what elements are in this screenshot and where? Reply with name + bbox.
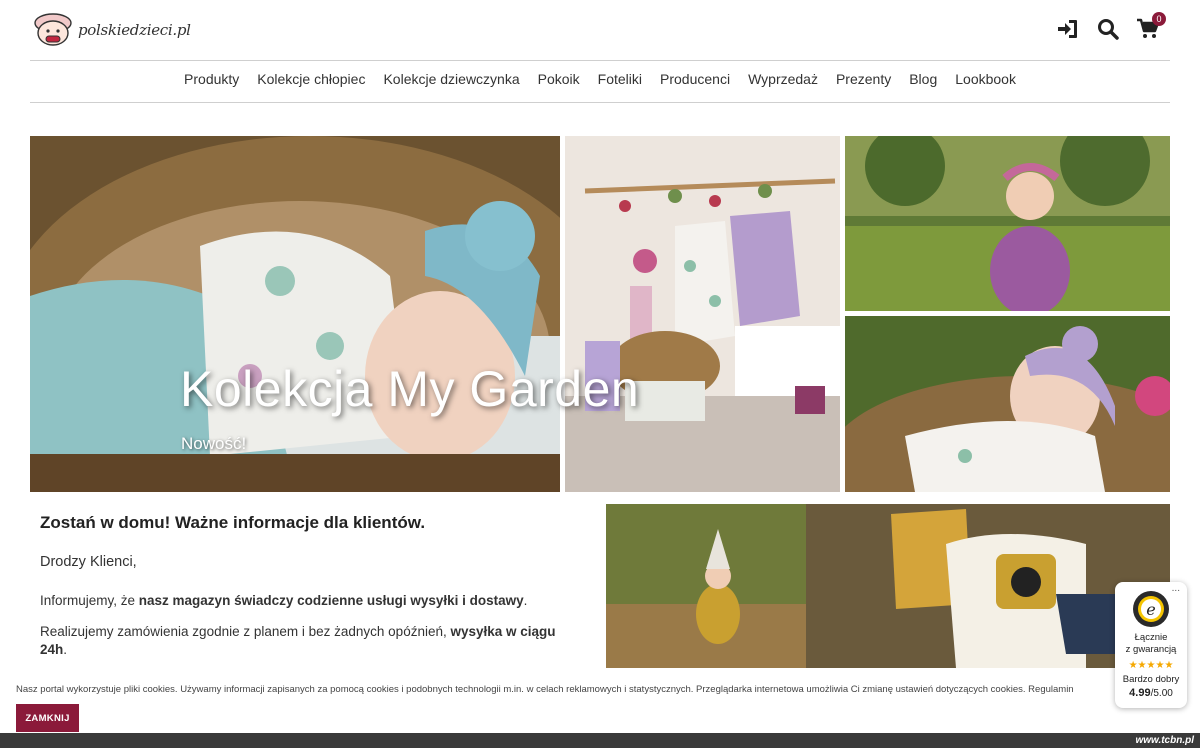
nav-item-produkty[interactable]: Produkty — [184, 71, 239, 87]
header-icons: 0 — [1056, 12, 1166, 41]
divider-top — [30, 60, 1170, 61]
nav-item-kolekcje-dziewczynka[interactable]: Kolekcje dziewczynka — [383, 71, 519, 87]
site-logo[interactable]: polskiedzieci.pl — [32, 13, 191, 47]
cart-count-badge: 0 — [1152, 12, 1166, 26]
bottom-bar: www.tcbn.pl — [0, 733, 1200, 748]
banner-image-fox-collection[interactable] — [606, 504, 1170, 668]
hero-image-girl-meadow[interactable] — [845, 136, 1170, 311]
nav-item-foteliki[interactable]: Foteliki — [598, 71, 642, 87]
nav-item-pokoik[interactable]: Pokoik — [538, 71, 580, 87]
nav-item-wyprzedaz[interactable]: Wyprzedaż — [748, 71, 818, 87]
logo-text: polskiedzieci.pl — [78, 21, 191, 39]
divider-nav — [30, 102, 1170, 103]
nav-item-blog[interactable]: Blog — [909, 71, 937, 87]
trusted-shops-widget[interactable]: ... e Łącznie z gwarancją ★★★★★ Bardzo d… — [1115, 582, 1187, 708]
nav-item-lookbook[interactable]: Lookbook — [955, 71, 1016, 87]
trusted-score: 4.99/5.00 — [1129, 687, 1173, 699]
login-icon[interactable] — [1056, 17, 1080, 41]
trusted-guarantee: Łącznie z gwarancją — [1125, 632, 1177, 655]
trusted-seal-icon: e — [1133, 591, 1169, 627]
more-options-icon[interactable]: ... — [1172, 583, 1180, 594]
info-section: Zostań w domu! Ważne informacje dla klie… — [40, 513, 570, 672]
main-nav: Produkty Kolekcje chłopiec Kolekcje dzie… — [0, 71, 1200, 87]
hero-image-baby-basket[interactable] — [30, 136, 560, 492]
hero-title[interactable]: Kolekcja My Garden — [180, 360, 639, 418]
info-greeting: Drodzy Klienci, — [40, 554, 137, 570]
cookie-close-button[interactable]: ZAMKNIJ — [16, 704, 79, 732]
hero-subtitle: Nowość! — [181, 434, 247, 453]
info-paragraph-1: Informujemy, że nasz magazyn świadczy co… — [40, 592, 528, 608]
trusted-rating-word: Bardzo dobry — [1122, 674, 1180, 685]
hero-image-clothes-display[interactable] — [565, 136, 840, 492]
cookie-text: Nasz portal wykorzystuje pliki cookies. … — [16, 684, 1074, 695]
trusted-stars: ★★★★★ — [1128, 660, 1174, 671]
nav-item-kolekcje-chlopiec[interactable]: Kolekcje chłopiec — [257, 71, 365, 87]
info-paragraph-2: Realizujemy zamówienia zgodnie z planem … — [40, 624, 556, 657]
page: polskiedzieci.pl 0 Produkty Kolekcje chł… — [0, 0, 1200, 748]
info-heading: Zostań w domu! Ważne informacje dla klie… — [40, 513, 426, 532]
logo-baby-icon — [34, 13, 72, 46]
search-icon[interactable] — [1096, 17, 1120, 41]
svg-text:e: e — [1146, 600, 1155, 619]
nav-item-producenci[interactable]: Producenci — [660, 71, 730, 87]
cart-button[interactable]: 0 — [1136, 12, 1166, 41]
nav-item-prezenty[interactable]: Prezenty — [836, 71, 891, 87]
watermark-text: www.tcbn.pl — [1135, 735, 1194, 746]
hero-image-baby-headband[interactable] — [845, 316, 1170, 492]
